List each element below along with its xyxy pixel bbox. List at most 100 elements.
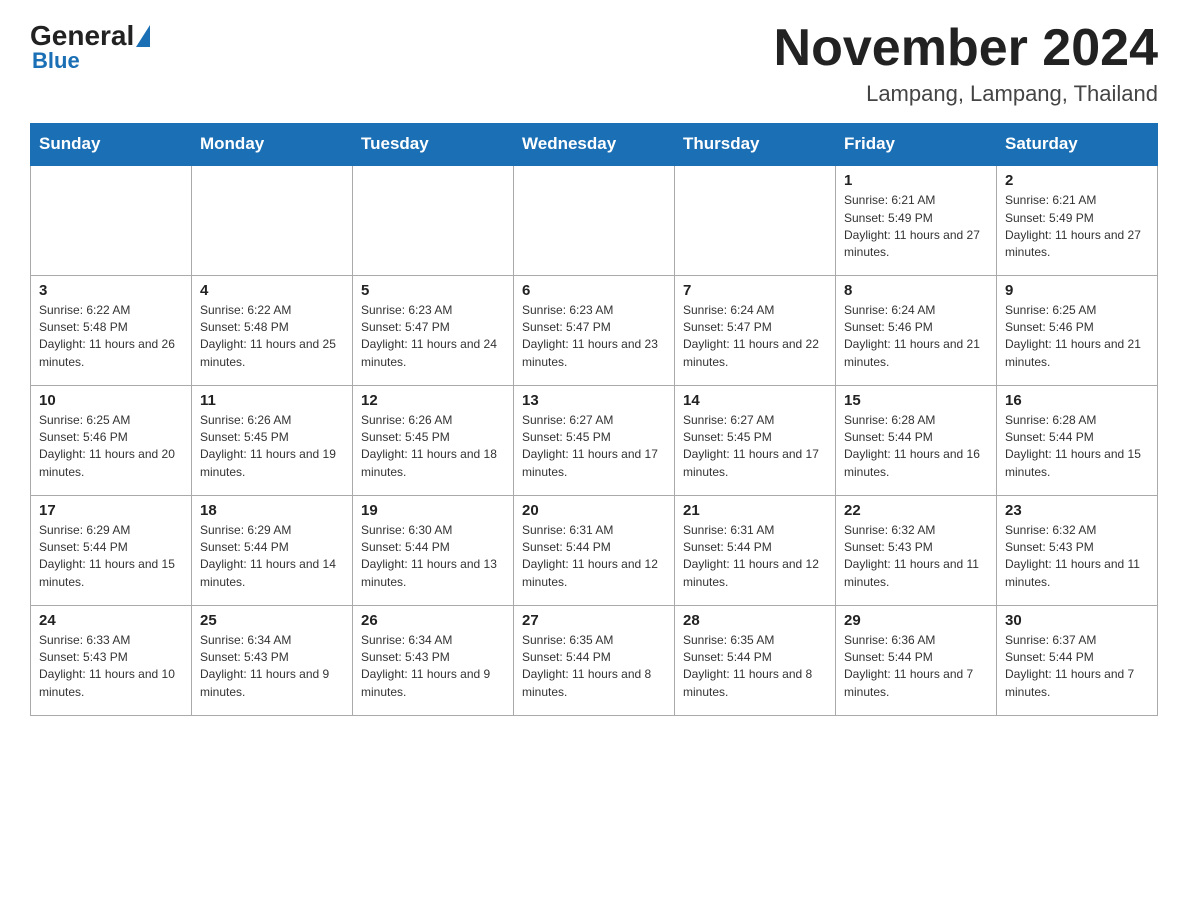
day-number: 17 [39, 502, 183, 519]
day-info: Sunrise: 6:31 AMSunset: 5:44 PMDaylight:… [683, 522, 827, 592]
calendar-table: SundayMondayTuesdayWednesdayThursdayFrid… [30, 123, 1158, 716]
day-number: 3 [39, 282, 183, 299]
day-info: Sunrise: 6:28 AMSunset: 5:44 PMDaylight:… [844, 412, 988, 482]
day-number: 14 [683, 392, 827, 409]
calendar-day-cell: 13 Sunrise: 6:27 AMSunset: 5:45 PMDayligh… [514, 385, 675, 495]
calendar-day-cell: 27 Sunrise: 6:35 AMSunset: 5:44 PMDayligh… [514, 605, 675, 715]
day-number: 29 [844, 612, 988, 629]
day-number: 11 [200, 392, 344, 409]
day-number: 10 [39, 392, 183, 409]
day-info: Sunrise: 6:25 AMSunset: 5:46 PMDaylight:… [39, 412, 183, 482]
day-info: Sunrise: 6:28 AMSunset: 5:44 PMDaylight:… [1005, 412, 1149, 482]
calendar-day-cell: 28Sunrise: 6:35 AMSunset: 5:44 PMDayligh… [675, 605, 836, 715]
calendar-week-row: 24Sunrise: 6:33 AMSunset: 5:43 PMDayligh… [31, 605, 1158, 715]
calendar-week-row: 10 Sunrise: 6:25 AMSunset: 5:46 PMDayligh… [31, 385, 1158, 495]
day-info: Sunrise: 6:29 AMSunset: 5:44 PMDaylight:… [39, 522, 183, 592]
day-of-week-header: Friday [836, 124, 997, 166]
day-number: 20 [522, 502, 666, 519]
calendar-day-cell: 17 Sunrise: 6:29 AMSunset: 5:44 PMDayligh… [31, 495, 192, 605]
logo: General Blue [30, 20, 152, 74]
day-of-week-header: Wednesday [514, 124, 675, 166]
calendar-day-cell [675, 165, 836, 275]
day-number: 8 [844, 282, 988, 299]
day-info: Sunrise: 6:37 AMSunset: 5:44 PMDaylight:… [1005, 632, 1149, 702]
day-number: 23 [1005, 502, 1149, 519]
day-info: Sunrise: 6:32 AMSunset: 5:43 PMDaylight:… [844, 522, 988, 592]
day-info: Sunrise: 6:35 AMSunset: 5:44 PMDaylight:… [522, 632, 666, 702]
day-info: Sunrise: 6:22 AMSunset: 5:48 PMDaylight:… [200, 302, 344, 372]
calendar-day-cell: 18 Sunrise: 6:29 AMSunset: 5:44 PMDayligh… [192, 495, 353, 605]
day-info: Sunrise: 6:34 AMSunset: 5:43 PMDaylight:… [361, 632, 505, 702]
day-info: Sunrise: 6:23 AMSunset: 5:47 PMDaylight:… [361, 302, 505, 372]
calendar-week-row: 17 Sunrise: 6:29 AMSunset: 5:44 PMDayligh… [31, 495, 1158, 605]
calendar-day-cell: 22 Sunrise: 6:32 AMSunset: 5:43 PMDayligh… [836, 495, 997, 605]
calendar-day-cell: 14 Sunrise: 6:27 AMSunset: 5:45 PMDayligh… [675, 385, 836, 495]
day-number: 25 [200, 612, 344, 629]
day-number: 7 [683, 282, 827, 299]
day-number: 4 [200, 282, 344, 299]
day-number: 21 [683, 502, 827, 519]
calendar-day-cell: 19 Sunrise: 6:30 AMSunset: 5:44 PMDayligh… [353, 495, 514, 605]
day-number: 19 [361, 502, 505, 519]
day-info: Sunrise: 6:24 AMSunset: 5:46 PMDaylight:… [844, 302, 988, 372]
day-info: Sunrise: 6:27 AMSunset: 5:45 PMDaylight:… [522, 412, 666, 482]
page-header: General Blue November 2024 Lampang, Lamp… [30, 20, 1158, 107]
day-of-week-header: Tuesday [353, 124, 514, 166]
day-info: Sunrise: 6:23 AMSunset: 5:47 PMDaylight:… [522, 302, 666, 372]
calendar-week-row: 1 Sunrise: 6:21 AMSunset: 5:49 PMDaylight… [31, 165, 1158, 275]
day-number: 13 [522, 392, 666, 409]
calendar-day-cell: 8 Sunrise: 6:24 AMSunset: 5:46 PMDaylight… [836, 275, 997, 385]
calendar-day-cell: 1Sunrise: 6:21 AMSunset: 5:49 PMDaylight… [836, 165, 997, 275]
calendar-day-cell: 4 Sunrise: 6:22 AMSunset: 5:48 PMDaylight… [192, 275, 353, 385]
calendar-day-cell [31, 165, 192, 275]
calendar-day-cell [353, 165, 514, 275]
day-info: Sunrise: 6:32 AMSunset: 5:43 PMDaylight:… [1005, 522, 1149, 592]
calendar-day-cell [514, 165, 675, 275]
calendar-day-cell: 2Sunrise: 6:21 AMSunset: 5:49 PMDaylight… [997, 165, 1158, 275]
calendar-day-cell: 3 Sunrise: 6:22 AMSunset: 5:48 PMDaylight… [31, 275, 192, 385]
day-info: Sunrise: 6:33 AMSunset: 5:43 PMDaylight:… [39, 632, 183, 702]
day-number: 15 [844, 392, 988, 409]
day-info: Sunrise: 6:25 AMSunset: 5:46 PMDaylight:… [1005, 302, 1149, 372]
calendar-day-cell: 9Sunrise: 6:25 AMSunset: 5:46 PMDaylight… [997, 275, 1158, 385]
day-info: Sunrise: 6:36 AMSunset: 5:44 PMDaylight:… [844, 632, 988, 702]
day-number: 30 [1005, 612, 1149, 629]
day-info: Sunrise: 6:30 AMSunset: 5:44 PMDaylight:… [361, 522, 505, 592]
calendar-day-cell: 26 Sunrise: 6:34 AMSunset: 5:43 PMDayligh… [353, 605, 514, 715]
day-number: 1 [844, 172, 988, 189]
day-number: 27 [522, 612, 666, 629]
calendar-day-cell: 5 Sunrise: 6:23 AMSunset: 5:47 PMDaylight… [353, 275, 514, 385]
calendar-day-cell: 6 Sunrise: 6:23 AMSunset: 5:47 PMDaylight… [514, 275, 675, 385]
logo-blue: Blue [32, 48, 80, 74]
day-info: Sunrise: 6:34 AMSunset: 5:43 PMDaylight:… [200, 632, 344, 702]
calendar-day-cell: 11 Sunrise: 6:26 AMSunset: 5:45 PMDayligh… [192, 385, 353, 495]
calendar-day-cell: 15 Sunrise: 6:28 AMSunset: 5:44 PMDayligh… [836, 385, 997, 495]
day-number: 26 [361, 612, 505, 629]
title-area: November 2024 Lampang, Lampang, Thailand [774, 20, 1158, 107]
calendar-day-cell: 24Sunrise: 6:33 AMSunset: 5:43 PMDayligh… [31, 605, 192, 715]
calendar-day-cell [192, 165, 353, 275]
calendar-day-cell: 30 Sunrise: 6:37 AMSunset: 5:44 PMDayligh… [997, 605, 1158, 715]
day-number: 22 [844, 502, 988, 519]
calendar-header-row: SundayMondayTuesdayWednesdayThursdayFrid… [31, 124, 1158, 166]
day-info: Sunrise: 6:35 AMSunset: 5:44 PMDaylight:… [683, 632, 827, 702]
day-number: 6 [522, 282, 666, 299]
day-info: Sunrise: 6:29 AMSunset: 5:44 PMDaylight:… [200, 522, 344, 592]
day-info: Sunrise: 6:27 AMSunset: 5:45 PMDaylight:… [683, 412, 827, 482]
calendar-day-cell: 25 Sunrise: 6:34 AMSunset: 5:43 PMDayligh… [192, 605, 353, 715]
day-number: 16 [1005, 392, 1149, 409]
day-info: Sunrise: 6:22 AMSunset: 5:48 PMDaylight:… [39, 302, 183, 372]
day-number: 18 [200, 502, 344, 519]
logo-triangle-icon [136, 25, 150, 47]
calendar-day-cell: 23 Sunrise: 6:32 AMSunset: 5:43 PMDayligh… [997, 495, 1158, 605]
calendar-day-cell: 7Sunrise: 6:24 AMSunset: 5:47 PMDaylight… [675, 275, 836, 385]
location-title: Lampang, Lampang, Thailand [774, 81, 1158, 107]
day-info: Sunrise: 6:21 AMSunset: 5:49 PMDaylight:… [1005, 192, 1149, 262]
day-info: Sunrise: 6:26 AMSunset: 5:45 PMDaylight:… [200, 412, 344, 482]
day-number: 12 [361, 392, 505, 409]
day-of-week-header: Monday [192, 124, 353, 166]
calendar-day-cell: 20Sunrise: 6:31 AMSunset: 5:44 PMDayligh… [514, 495, 675, 605]
day-of-week-header: Sunday [31, 124, 192, 166]
day-number: 5 [361, 282, 505, 299]
calendar-week-row: 3 Sunrise: 6:22 AMSunset: 5:48 PMDaylight… [31, 275, 1158, 385]
